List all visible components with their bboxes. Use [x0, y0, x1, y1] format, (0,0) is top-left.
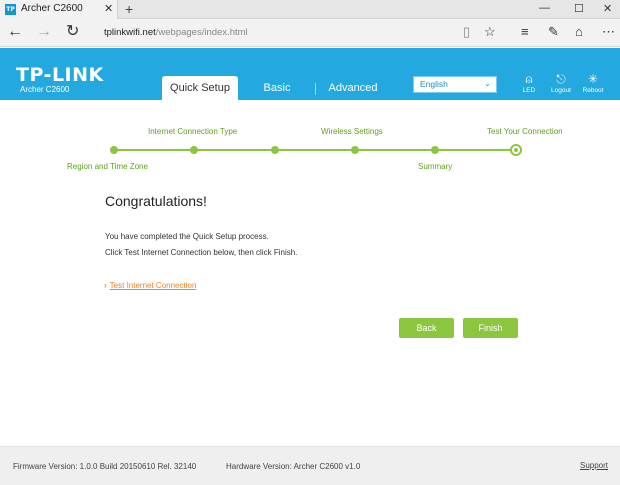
progress-dot — [271, 146, 279, 154]
minimize-window-button[interactable]: — — [539, 2, 550, 14]
close-window-button[interactable]: ✕ — [603, 2, 612, 15]
tab-advanced[interactable]: Advanced — [323, 76, 383, 100]
tp-link-favicon-icon: TP — [5, 4, 16, 15]
forward-arrow-icon[interactable]: → — [36, 22, 52, 42]
support-link[interactable]: Support — [580, 461, 608, 470]
led-icon: ⍝ — [525, 72, 533, 86]
maximize-window-button[interactable]: ☐ — [574, 2, 584, 15]
new-tab-button[interactable]: + — [125, 0, 133, 19]
step-label-internet-connection-type: Internet Connection Type — [148, 127, 238, 136]
share-icon[interactable]: ⌂ — [575, 23, 583, 41]
browser-tab[interactable]: TP Archer C2600 ✕ — [0, 0, 118, 19]
chevron-right-icon: › — [104, 281, 107, 290]
language-select[interactable]: English ⌄ — [413, 76, 497, 93]
logout-icon: ⎋ — [556, 72, 566, 86]
url-host: tplinkwifi.net — [104, 27, 156, 38]
step-label-region-and-time-zone: Region and Time Zone — [67, 162, 148, 171]
step-label-test-your-connection: Test Your Connection — [487, 127, 563, 136]
progress-track — [113, 149, 516, 151]
logout-button[interactable]: ⎋ Logout — [546, 72, 576, 94]
instruction-text: Click Test Internet Connection below, th… — [105, 248, 298, 257]
web-note-icon[interactable]: ✎ — [548, 23, 559, 41]
progress-dot — [351, 146, 359, 154]
finish-button[interactable]: Finish — [463, 318, 518, 338]
reading-view-icon[interactable]: ▯ — [463, 23, 470, 41]
url-field[interactable]: tplinkwifi.net/webpages/index.html — [104, 27, 248, 38]
address-bar: ← → ↻ tplinkwifi.net/webpages/index.html… — [0, 19, 620, 47]
led-label: LED — [522, 87, 536, 94]
browser-tab-bar: TP Archer C2600 ✕ + — ☐ ✕ — [0, 0, 620, 19]
test-link-label: Test Internet Connection — [109, 281, 197, 290]
logout-label: Logout — [551, 87, 571, 94]
reboot-label: Reboot — [582, 87, 604, 94]
refresh-icon[interactable]: ↻ — [66, 22, 79, 42]
led-button[interactable]: ⍝ LED — [514, 72, 544, 94]
language-selected: English — [420, 79, 448, 89]
progress-dot-current — [510, 144, 522, 156]
test-internet-connection-link[interactable]: › Test Internet Connection — [104, 281, 196, 290]
hub-menu-icon[interactable]: ≡ — [521, 23, 529, 41]
chevron-down-icon: ⌄ — [484, 79, 491, 88]
firmware-version: Firmware Version: 1.0.0 Build 20150610 R… — [13, 462, 197, 471]
tp-link-logo: TP-LINK — [16, 64, 104, 86]
page-title: Congratulations! — [105, 193, 207, 209]
tab-separator — [315, 83, 316, 95]
back-arrow-icon[interactable]: ← — [7, 22, 23, 42]
tab-basic[interactable]: Basic — [255, 76, 299, 100]
progress-dot — [431, 146, 439, 154]
step-label-wireless-settings: Wireless Settings — [321, 127, 383, 136]
progress-dot — [110, 146, 118, 154]
close-tab-icon[interactable]: ✕ — [104, 2, 113, 15]
progress-dot — [190, 146, 198, 154]
more-menu-icon[interactable]: ⋯ — [602, 23, 615, 41]
hardware-version: Hardware Version: Archer C2600 v1.0 — [226, 462, 361, 471]
model-name: Archer C2600 — [20, 85, 70, 94]
completion-text: You have completed the Quick Setup proce… — [105, 232, 269, 241]
reboot-icon: ✳ — [587, 72, 599, 86]
step-label-summary: Summary — [418, 162, 453, 171]
favorite-star-icon[interactable]: ☆ — [484, 23, 496, 41]
url-path: /webpages/index.html — [155, 27, 248, 38]
tab-quick-setup[interactable]: Quick Setup — [162, 76, 238, 100]
reboot-button[interactable]: ✳ Reboot — [578, 72, 608, 94]
back-button[interactable]: Back — [399, 318, 454, 338]
tab-title: Archer C2600 — [21, 3, 83, 14]
